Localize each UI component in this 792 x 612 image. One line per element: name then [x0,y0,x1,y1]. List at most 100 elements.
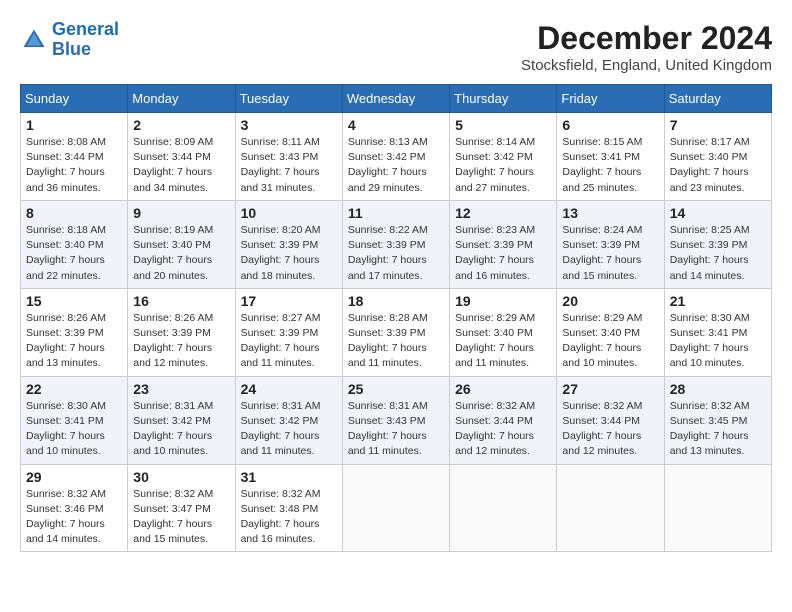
header-monday: Monday [128,85,235,113]
table-row: 23 Sunrise: 8:31 AMSunset: 3:42 PMDayligh… [128,376,235,464]
calendar-week-row: 22Sunrise: 8:30 AMSunset: 3:41 PMDayligh… [21,376,772,464]
day-number: 25 [348,381,444,397]
day-info: Sunrise: 8:15 AMSunset: 3:41 PMDaylight:… [562,135,658,196]
day-number: 13 [562,205,658,221]
day-info: Sunrise: 8:13 AMSunset: 3:42 PMDaylight:… [348,135,444,196]
table-row: 12 Sunrise: 8:23 AMSunset: 3:39 PMDayligh… [450,200,557,288]
day-number: 27 [562,381,658,397]
calendar-week-row: 29Sunrise: 8:32 AMSunset: 3:46 PMDayligh… [21,464,772,552]
table-row: 28Sunrise: 8:32 AMSunset: 3:45 PMDayligh… [664,376,771,464]
day-info: Sunrise: 8:23 AMSunset: 3:39 PMDaylight:… [455,223,551,284]
table-row: 5 Sunrise: 8:14 AMSunset: 3:42 PMDaylight… [450,113,557,201]
table-row: 30Sunrise: 8:32 AMSunset: 3:47 PMDayligh… [128,464,235,552]
day-info: Sunrise: 8:14 AMSunset: 3:42 PMDaylight:… [455,135,551,196]
day-info: Sunrise: 8:31 AMSunset: 3:42 PMDaylight:… [241,399,337,460]
table-row: 13 Sunrise: 8:24 AMSunset: 3:39 PMDayligh… [557,200,664,288]
day-info: Sunrise: 8:31 AMSunset: 3:43 PMDaylight:… [348,399,444,460]
day-number: 12 [455,205,551,221]
day-number: 11 [348,205,444,221]
day-number: 3 [241,117,337,133]
day-number: 1 [26,117,122,133]
day-info: Sunrise: 8:31 AMSunset: 3:42 PMDaylight:… [133,399,229,460]
day-number: 30 [133,469,229,485]
table-row: 4 Sunrise: 8:13 AMSunset: 3:42 PMDaylight… [342,113,449,201]
table-row: 3 Sunrise: 8:11 AMSunset: 3:43 PMDaylight… [235,113,342,201]
day-info: Sunrise: 8:28 AMSunset: 3:39 PMDaylight:… [348,311,444,372]
day-number: 9 [133,205,229,221]
table-row [557,464,664,552]
day-number: 18 [348,293,444,309]
day-number: 24 [241,381,337,397]
logo: General Blue [20,20,119,60]
day-info: Sunrise: 8:08 AMSunset: 3:44 PMDaylight:… [26,135,122,196]
day-number: 8 [26,205,122,221]
day-info: Sunrise: 8:32 AMSunset: 3:45 PMDaylight:… [670,399,766,460]
day-number: 22 [26,381,122,397]
day-info: Sunrise: 8:26 AMSunset: 3:39 PMDaylight:… [133,311,229,372]
day-number: 21 [670,293,766,309]
day-number: 4 [348,117,444,133]
day-info: Sunrise: 8:29 AMSunset: 3:40 PMDaylight:… [455,311,551,372]
table-row: 17 Sunrise: 8:27 AMSunset: 3:39 PMDayligh… [235,288,342,376]
calendar-table: Sunday Monday Tuesday Wednesday Thursday… [20,84,772,552]
header-wednesday: Wednesday [342,85,449,113]
header-friday: Friday [557,85,664,113]
day-info: Sunrise: 8:09 AMSunset: 3:44 PMDaylight:… [133,135,229,196]
table-row: 11 Sunrise: 8:22 AMSunset: 3:39 PMDayligh… [342,200,449,288]
table-row: 1 Sunrise: 8:08 AMSunset: 3:44 PMDaylight… [21,113,128,201]
table-row [450,464,557,552]
day-info: Sunrise: 8:32 AMSunset: 3:46 PMDaylight:… [26,487,122,548]
table-row: 27 Sunrise: 8:32 AMSunset: 3:44 PMDayligh… [557,376,664,464]
day-number: 23 [133,381,229,397]
day-info: Sunrise: 8:32 AMSunset: 3:48 PMDaylight:… [241,487,337,548]
header-saturday: Saturday [664,85,771,113]
calendar-week-row: 8 Sunrise: 8:18 AMSunset: 3:40 PMDaylight… [21,200,772,288]
location: Stocksfield, England, United Kingdom [521,57,772,74]
table-row: 6 Sunrise: 8:15 AMSunset: 3:41 PMDaylight… [557,113,664,201]
day-info: Sunrise: 8:27 AMSunset: 3:39 PMDaylight:… [241,311,337,372]
day-info: Sunrise: 8:18 AMSunset: 3:40 PMDaylight:… [26,223,122,284]
day-number: 5 [455,117,551,133]
day-number: 17 [241,293,337,309]
table-row: 26 Sunrise: 8:32 AMSunset: 3:44 PMDayligh… [450,376,557,464]
table-row: 20 Sunrise: 8:29 AMSunset: 3:40 PMDayligh… [557,288,664,376]
day-number: 20 [562,293,658,309]
day-info: Sunrise: 8:11 AMSunset: 3:43 PMDaylight:… [241,135,337,196]
table-row [342,464,449,552]
day-number: 7 [670,117,766,133]
day-info: Sunrise: 8:17 AMSunset: 3:40 PMDaylight:… [670,135,766,196]
table-row: 16Sunrise: 8:26 AMSunset: 3:39 PMDayligh… [128,288,235,376]
day-number: 31 [241,469,337,485]
day-number: 15 [26,293,122,309]
calendar-header-row: Sunday Monday Tuesday Wednesday Thursday… [21,85,772,113]
table-row: 8 Sunrise: 8:18 AMSunset: 3:40 PMDaylight… [21,200,128,288]
table-row: 21 Sunrise: 8:30 AMSunset: 3:41 PMDayligh… [664,288,771,376]
day-info: Sunrise: 8:20 AMSunset: 3:39 PMDaylight:… [241,223,337,284]
table-row: 24 Sunrise: 8:31 AMSunset: 3:42 PMDayligh… [235,376,342,464]
day-number: 26 [455,381,551,397]
table-row: 18 Sunrise: 8:28 AMSunset: 3:39 PMDayligh… [342,288,449,376]
day-number: 14 [670,205,766,221]
title-section: December 2024 Stocksfield, England, Unit… [521,20,772,74]
table-row [664,464,771,552]
header-tuesday: Tuesday [235,85,342,113]
page-header: General Blue December 2024 Stocksfield, … [20,20,772,74]
calendar-week-row: 1 Sunrise: 8:08 AMSunset: 3:44 PMDaylight… [21,113,772,201]
table-row: 10 Sunrise: 8:20 AMSunset: 3:39 PMDayligh… [235,200,342,288]
day-info: Sunrise: 8:29 AMSunset: 3:40 PMDaylight:… [562,311,658,372]
day-info: Sunrise: 8:19 AMSunset: 3:40 PMDaylight:… [133,223,229,284]
day-info: Sunrise: 8:22 AMSunset: 3:39 PMDaylight:… [348,223,444,284]
logo-icon [20,26,48,54]
table-row: 25 Sunrise: 8:31 AMSunset: 3:43 PMDayligh… [342,376,449,464]
table-row: 14Sunrise: 8:25 AMSunset: 3:39 PMDayligh… [664,200,771,288]
day-number: 6 [562,117,658,133]
header-sunday: Sunday [21,85,128,113]
table-row: 29Sunrise: 8:32 AMSunset: 3:46 PMDayligh… [21,464,128,552]
day-info: Sunrise: 8:30 AMSunset: 3:41 PMDaylight:… [670,311,766,372]
day-info: Sunrise: 8:32 AMSunset: 3:44 PMDaylight:… [455,399,551,460]
table-row: 19Sunrise: 8:29 AMSunset: 3:40 PMDayligh… [450,288,557,376]
day-info: Sunrise: 8:32 AMSunset: 3:44 PMDaylight:… [562,399,658,460]
day-info: Sunrise: 8:24 AMSunset: 3:39 PMDaylight:… [562,223,658,284]
day-number: 10 [241,205,337,221]
table-row: 15Sunrise: 8:26 AMSunset: 3:39 PMDayligh… [21,288,128,376]
